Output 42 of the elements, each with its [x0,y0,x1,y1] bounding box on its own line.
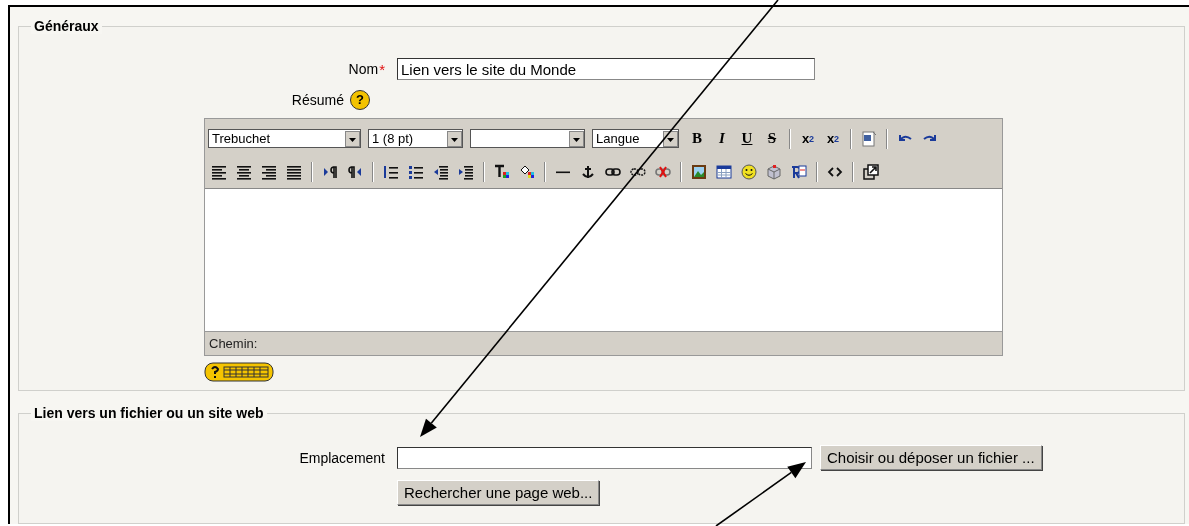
field-label: Nom [348,60,379,77]
dropdown[interactable] [470,129,585,148]
left-to-right-icon[interactable] [322,163,338,180]
dropdown[interactable]: 1 (8 pt) [368,129,463,148]
help-icon[interactable]: ? [350,90,370,110]
right-to-left-icon[interactable] [347,163,363,180]
name-field[interactable]: Lien vers le site du Monde [397,58,815,80]
word-paste-icon[interactable] [861,130,877,147]
anchor-icon[interactable] [580,163,596,180]
required-mark: * [379,60,385,78]
indent-icon[interactable] [458,163,474,180]
cube-icon[interactable] [766,163,782,180]
path-label: Chemin: [209,336,258,351]
field-label: Résumé [291,92,344,108]
align-left-icon[interactable] [211,163,227,180]
image-icon[interactable] [691,163,707,180]
script-button[interactable]: x$^{2}$ [822,127,844,150]
bullet-list-icon[interactable] [408,163,424,180]
keyboard-help-icon[interactable] [204,362,274,382]
format-button[interactable]: I [711,127,733,150]
dropdown[interactable]: Langue [592,129,679,148]
field-label: Emplacement [299,449,385,466]
paste-document-icon[interactable] [791,163,807,180]
choose-file-button[interactable]: Choisir ou déposer un fichier ... [820,445,1042,470]
location-field[interactable] [397,446,812,469]
format-button[interactable]: S [761,127,783,150]
smiley-icon[interactable] [741,163,757,180]
align-center-icon[interactable] [236,163,252,180]
numbered-list-icon[interactable] [383,163,399,180]
justify-icon[interactable] [286,163,302,180]
fullscreen-icon[interactable] [863,163,879,180]
section-legend: Généraux [31,18,102,34]
dropdown[interactable]: Trebuchet [208,129,361,148]
table-icon[interactable] [716,163,732,180]
format-button[interactable]: U [736,127,758,150]
fill-color-icon[interactable] [519,163,535,180]
outdent-icon[interactable] [433,163,449,180]
align-right-icon[interactable] [261,163,277,180]
search-web-page-button[interactable]: Rechercher une page web... [397,480,600,505]
section-legend: Lien vers un fichier ou un site web [31,405,267,421]
text-color-icon[interactable] [494,163,510,180]
format-button[interactable]: B [686,127,708,150]
